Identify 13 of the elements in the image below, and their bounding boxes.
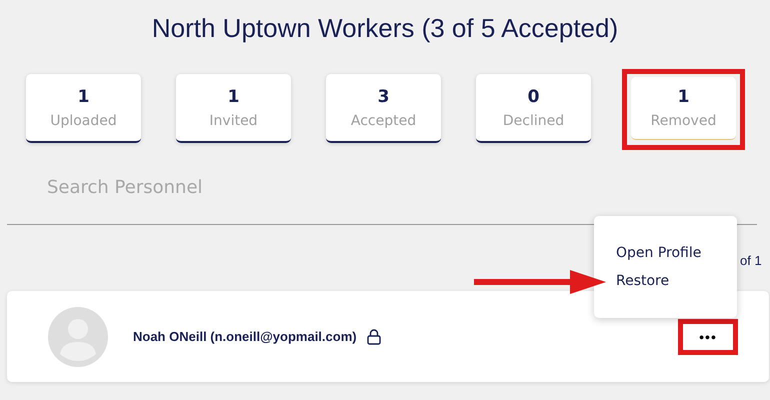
- menu-item[interactable]: Open Profile: [616, 239, 737, 267]
- status-card[interactable]: 1 Uploaded: [26, 74, 141, 143]
- more-button[interactable]: •••: [678, 318, 738, 354]
- status-card[interactable]: 1 Removed: [631, 77, 736, 140]
- page-count: of 1: [740, 253, 762, 268]
- status-card[interactable]: 0 Declined: [476, 74, 591, 143]
- page-title: North Uptown Workers (3 of 5 Accepted): [150, 12, 620, 45]
- menu-item[interactable]: Restore: [616, 267, 737, 295]
- status-card[interactable]: 3 Accepted: [326, 74, 441, 143]
- person-name: Noah ONeill (n.oneill@yopmail.com): [133, 329, 357, 344]
- status-card[interactable]: 1 Invited: [176, 74, 291, 143]
- search-field[interactable]: Search Personnel: [47, 177, 347, 198]
- avatar-icon: [48, 306, 108, 366]
